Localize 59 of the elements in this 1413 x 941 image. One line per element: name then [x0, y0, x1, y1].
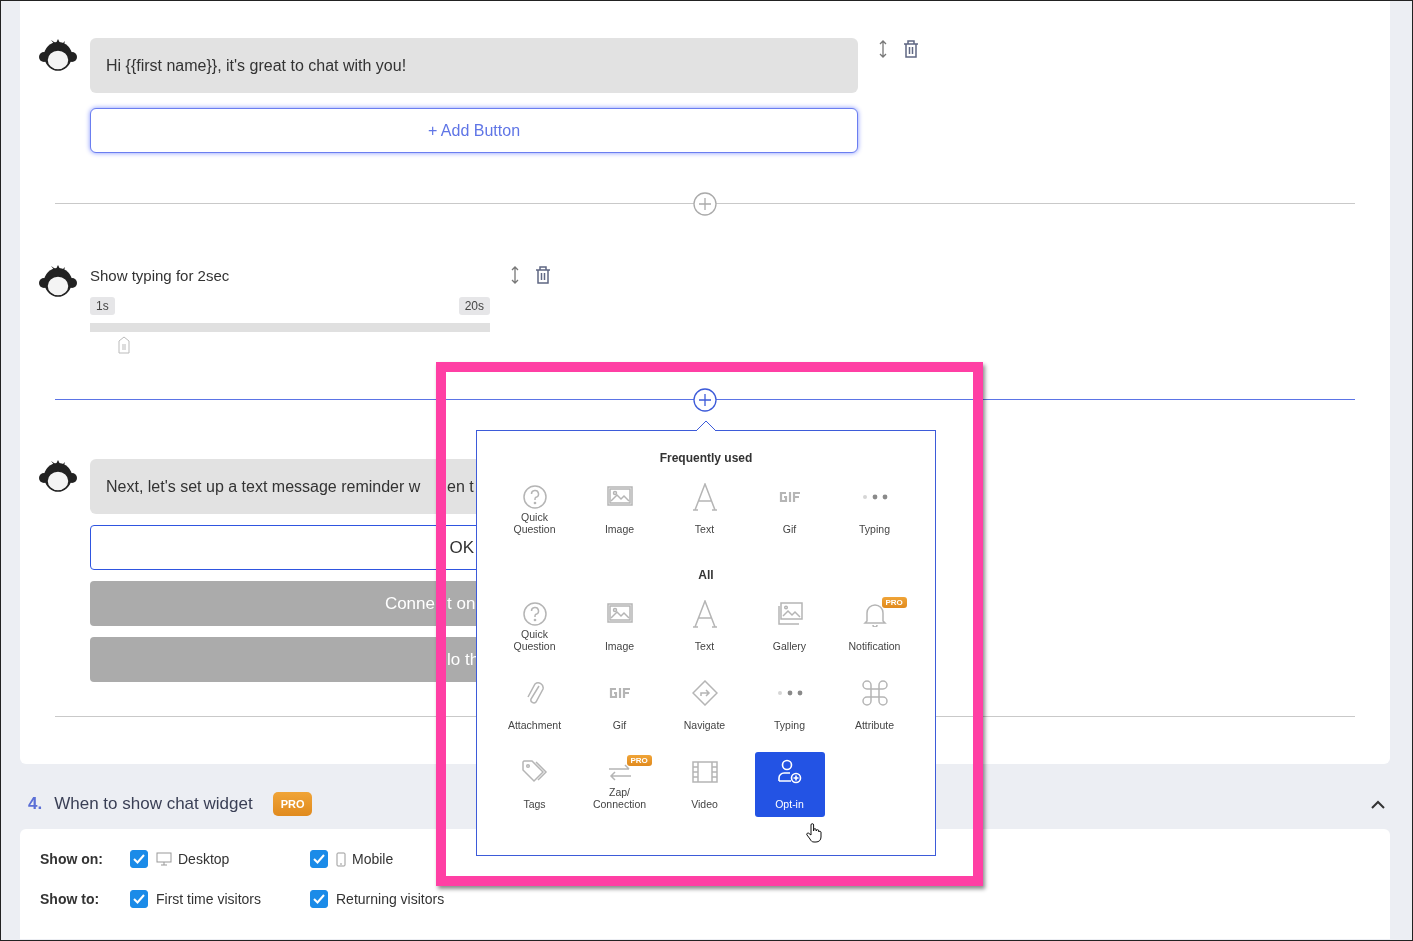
row-label: Show to:: [40, 891, 101, 907]
add-step-icon[interactable]: [693, 388, 717, 412]
typing-dots-icon: [776, 690, 803, 696]
slider-min-label: 1s: [90, 297, 115, 315]
pro-badge: PRO: [881, 597, 907, 608]
duration-slider[interactable]: [90, 323, 490, 355]
command-icon: [861, 680, 888, 706]
checkbox-label: Mobile: [352, 851, 394, 867]
tags-icon: [521, 760, 548, 784]
hand-cursor-icon: [806, 823, 822, 843]
paperclip-icon: [525, 680, 544, 706]
move-arrows-icon[interactable]: [878, 40, 888, 58]
section-number: 4.: [28, 794, 43, 814]
user-add-icon: [776, 759, 803, 785]
navigate-diamond-icon: [691, 680, 718, 706]
picker-section-title: All: [697, 568, 715, 582]
monkey-avatar-icon: [39, 38, 77, 74]
monkey-avatar-icon: [39, 264, 77, 300]
bell-icon: [862, 601, 887, 627]
gallery-icon: [776, 602, 803, 626]
slider-max-label: 20s: [458, 297, 490, 315]
checkbox-label: First time visitors: [156, 891, 261, 907]
section-title: When to show chat widget: [54, 794, 253, 814]
image-icon: [606, 486, 633, 508]
checkbox[interactable]: [310, 850, 328, 868]
letter-a-icon: [692, 600, 717, 628]
picker-item[interactable]: Tags: [499, 752, 570, 817]
image-icon: [606, 603, 633, 625]
slider-handle[interactable]: [118, 336, 130, 354]
add-button[interactable]: + Add Button: [90, 108, 858, 153]
row-label: Show on:: [40, 851, 104, 867]
gif-icon: [777, 490, 802, 504]
checkbox[interactable]: [130, 890, 148, 908]
film-icon: [691, 761, 718, 783]
typing-dots-icon: [861, 494, 888, 500]
monkey-avatar-icon: [39, 459, 77, 495]
checkbox[interactable]: [130, 850, 148, 868]
checkbox-label: Desktop: [178, 851, 230, 867]
typing-label: Show typing for 2sec: [90, 267, 231, 284]
pro-badge: PRO: [626, 755, 652, 766]
move-arrows-icon[interactable]: [510, 266, 520, 284]
message-bubble[interactable]: Hi {{first name}}, it's great to chat with you!: [90, 38, 858, 93]
picker-item[interactable]: Opt-in: [754, 752, 825, 817]
gif-icon: [607, 686, 632, 700]
question-icon: [521, 601, 548, 627]
letter-a-icon: [692, 483, 717, 511]
question-icon: [521, 484, 548, 510]
picker-item[interactable]: Video: [669, 752, 740, 817]
chevron-up-icon[interactable]: [1371, 799, 1385, 809]
delete-icon[interactable]: [535, 266, 551, 284]
checkbox-label: Returning visitors: [336, 891, 445, 907]
picker-item[interactable]: PRO Zap/ Connection: [584, 752, 655, 817]
pro-badge: PRO: [272, 792, 313, 816]
mobile-icon: [336, 851, 346, 867]
connection-arrows-icon: [606, 762, 633, 782]
desktop-icon: [156, 852, 172, 866]
picker-section-title: Frequently used: [658, 451, 754, 465]
delete-icon[interactable]: [903, 40, 919, 58]
checkbox[interactable]: [310, 890, 328, 908]
